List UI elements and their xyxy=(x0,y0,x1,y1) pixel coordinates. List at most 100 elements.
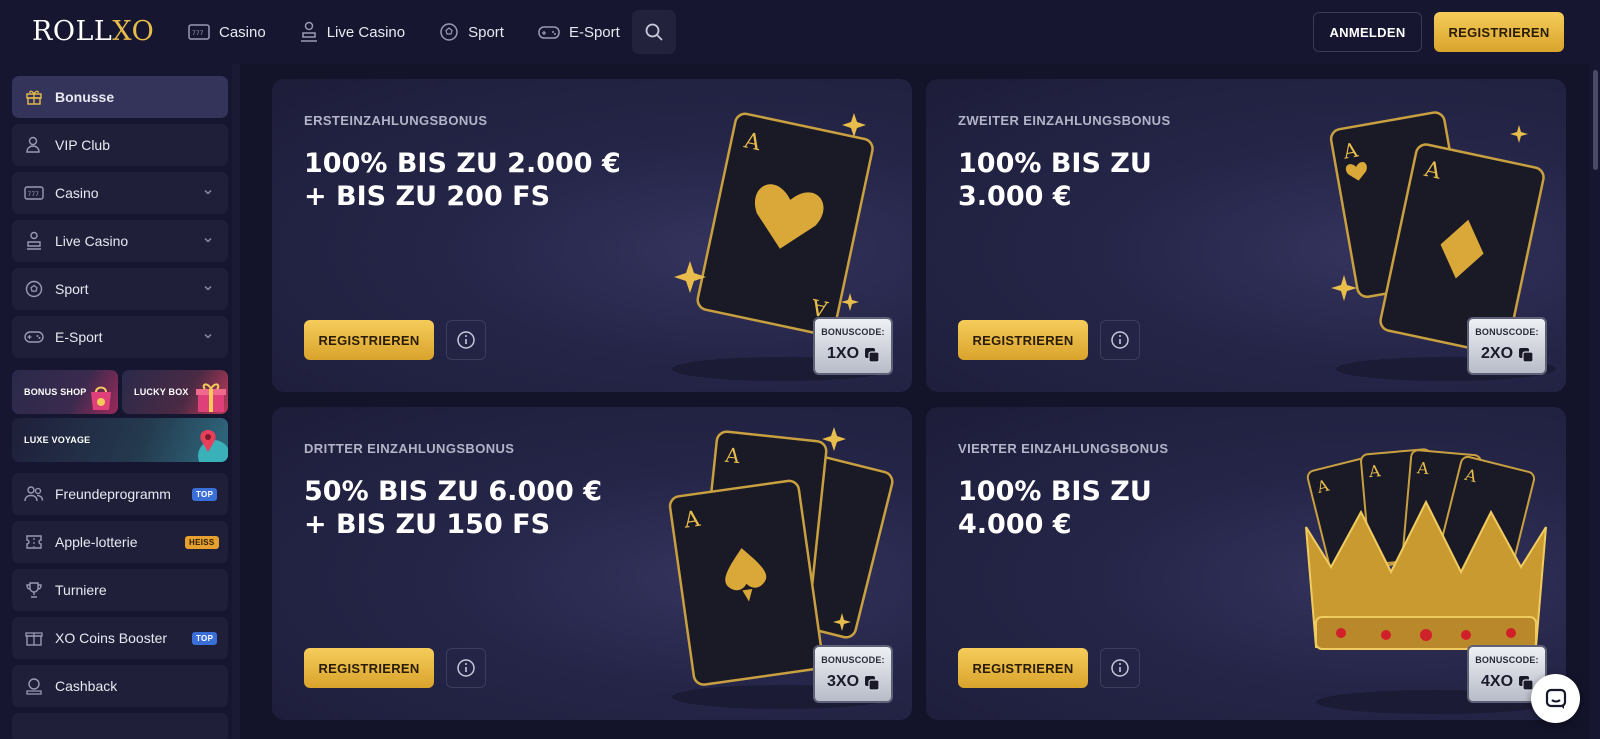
sidebar-item-bonusse[interactable]: Bonusse xyxy=(12,76,228,118)
nav-casino-label: Casino xyxy=(219,23,266,41)
bonus-code-label: BONUSCODE: xyxy=(1475,327,1539,337)
live-chat-button[interactable] xyxy=(1531,674,1580,723)
info-icon xyxy=(1111,331,1129,349)
chevron-down-icon xyxy=(204,333,212,339)
bonus-card-fourth-deposit: VIERTER EINZAHLUNGSBONUS 100% BIS ZU 4.0… xyxy=(926,407,1566,720)
info-icon xyxy=(457,331,475,349)
gamepad-icon xyxy=(538,26,560,39)
sidebar-item-cashback[interactable]: Cashback xyxy=(12,665,228,707)
bonus-code-badge[interactable]: BONUSCODE: 2XO xyxy=(1467,317,1547,375)
chevron-down-icon xyxy=(204,189,212,195)
sidebar-item-label: E-Sport xyxy=(55,329,103,345)
login-button[interactable]: ANMELDEN xyxy=(1313,12,1422,52)
bonus-code-label: BONUSCODE: xyxy=(821,327,885,337)
register-button[interactable]: REGISTRIEREN xyxy=(1434,12,1564,52)
nav-esport[interactable]: E-Sport xyxy=(538,12,620,52)
nav-live-casino-label: Live Casino xyxy=(326,23,406,41)
info-button[interactable] xyxy=(1100,320,1140,360)
slot-machine-icon: 777 xyxy=(188,24,210,40)
sidebar-item-partial[interactable] xyxy=(12,713,228,739)
register-button[interactable]: REGISTRIEREN xyxy=(958,648,1088,688)
bonus-code-label: BONUSCODE: xyxy=(1475,655,1539,665)
sidebar-scrollbar[interactable] xyxy=(232,64,240,739)
promo-luxe-voyage-label: LUXE VOYAGE xyxy=(24,435,91,445)
shopping-bag-icon xyxy=(91,386,111,410)
svg-text:777: 777 xyxy=(192,30,204,37)
info-button[interactable] xyxy=(446,320,486,360)
scrollbar-thumb[interactable] xyxy=(1593,70,1598,170)
copy-icon xyxy=(865,676,880,691)
sidebar-item-vip-club[interactable]: VIP Club xyxy=(12,124,228,166)
bonus-title: 100% BIS ZU 4.000 € xyxy=(958,476,1152,540)
sidebar-item-label: Bonusse xyxy=(55,89,115,105)
promo-lucky-box-label: LUCKY BOX xyxy=(134,387,189,397)
bonus-card-third-deposit: DRITTER EINZAHLUNGSBONUS 50% BIS ZU 6.00… xyxy=(272,407,912,720)
bonus-title: 100% BIS ZU 2.000 € + BIS ZU 200 FS xyxy=(304,148,621,212)
bonus-subtitle: VIERTER EINZAHLUNGSBONUS xyxy=(958,441,1169,456)
promo-lucky-box[interactable]: LUCKY BOX xyxy=(122,370,228,414)
search-button[interactable] xyxy=(632,10,676,54)
register-button[interactable]: REGISTRIEREN xyxy=(958,320,1088,360)
info-button[interactable] xyxy=(446,648,486,688)
chevron-down-icon xyxy=(204,237,212,243)
top-badge: TOP xyxy=(192,488,218,501)
sidebar-item-xo-coins-booster[interactable]: XO Coins Booster TOP xyxy=(12,617,228,659)
hot-badge: HEISS xyxy=(185,536,219,549)
map-pin-icon xyxy=(198,430,228,462)
bonus-code-label: BONUSCODE: xyxy=(821,655,885,665)
bonus-code-value: 3XO xyxy=(827,673,860,690)
rollxo-logo[interactable]: ROLL XO xyxy=(32,14,154,48)
bonus-title: 100% BIS ZU 3.000 € xyxy=(958,148,1152,212)
dealer-icon xyxy=(24,231,44,251)
slot-machine-icon: 777 xyxy=(24,183,44,203)
sidebar-item-apple-lotterie[interactable]: Apple-lotterie HEISS xyxy=(12,521,228,563)
promo-bonus-shop[interactable]: BONUS SHOP xyxy=(12,370,118,414)
sidebar-item-casino[interactable]: 777 Casino xyxy=(12,172,228,214)
info-icon xyxy=(1111,659,1129,677)
nav-casino[interactable]: 777 Casino xyxy=(188,12,266,52)
copy-icon xyxy=(865,348,880,363)
gift-icon xyxy=(24,87,44,107)
trophy-icon xyxy=(24,580,44,600)
bonus-card-second-deposit: ZWEITER EINZAHLUNGSBONUS 100% BIS ZU 3.0… xyxy=(926,79,1566,392)
bonus-subtitle: ERSTEINZAHLUNGSBONUS xyxy=(304,113,488,128)
soccer-ball-icon xyxy=(440,23,458,41)
top-badge: TOP xyxy=(192,632,218,645)
search-icon xyxy=(645,23,663,41)
nav-sport[interactable]: Sport xyxy=(439,12,504,52)
nav-live-casino[interactable]: Live Casino xyxy=(300,12,405,52)
bonus-title: 50% BIS ZU 6.000 € + BIS ZU 150 FS xyxy=(304,476,602,540)
svg-text:A: A xyxy=(1367,461,1382,481)
bonus-code-badge[interactable]: BONUSCODE: 1XO xyxy=(813,317,893,375)
ticket-icon xyxy=(24,532,44,552)
bonus-subtitle: DRITTER EINZAHLUNGSBONUS xyxy=(304,441,515,456)
info-button[interactable] xyxy=(1100,648,1140,688)
svg-text:A: A xyxy=(723,443,741,469)
sidebar-item-label: Live Casino xyxy=(55,233,129,249)
svg-text:A: A xyxy=(1415,458,1430,478)
register-button[interactable]: REGISTRIEREN xyxy=(304,320,434,360)
main-nav: 777 Casino Live Casino Sport E-Sport xyxy=(188,12,654,52)
sidebar-item-label: Casino xyxy=(55,185,99,201)
logo-roll: ROLL xyxy=(32,15,113,47)
soccer-ball-icon xyxy=(24,279,44,299)
sidebar-item-label: XO Coins Booster xyxy=(55,630,168,646)
friends-icon xyxy=(24,484,44,504)
sidebar-item-label: Sport xyxy=(55,281,89,297)
sidebar-item-esport[interactable]: E-Sport xyxy=(12,316,228,358)
dealer-icon xyxy=(300,21,317,42)
svg-text:777: 777 xyxy=(28,191,40,198)
sidebar-item-sport[interactable]: Sport xyxy=(12,268,228,310)
sidebar-item-label: Apple-lotterie xyxy=(55,534,138,550)
sidebar-item-live-casino[interactable]: Live Casino xyxy=(12,220,228,262)
sidebar-item-freundeprogramm[interactable]: Freundeprogramm TOP xyxy=(12,473,228,515)
register-button[interactable]: REGISTRIEREN xyxy=(304,648,434,688)
promo-luxe-voyage[interactable]: LUXE VOYAGE xyxy=(12,418,228,462)
logo-xo: XO xyxy=(112,15,155,47)
sidebar-item-label: Turniere xyxy=(55,582,107,598)
gamepad-icon xyxy=(24,327,44,347)
sidebar-item-turniere[interactable]: Turniere xyxy=(12,569,228,611)
main-scrollbar[interactable] xyxy=(1590,64,1600,739)
bonus-code-badge[interactable]: BONUSCODE: 3XO xyxy=(813,645,893,703)
copy-icon xyxy=(1519,348,1534,363)
